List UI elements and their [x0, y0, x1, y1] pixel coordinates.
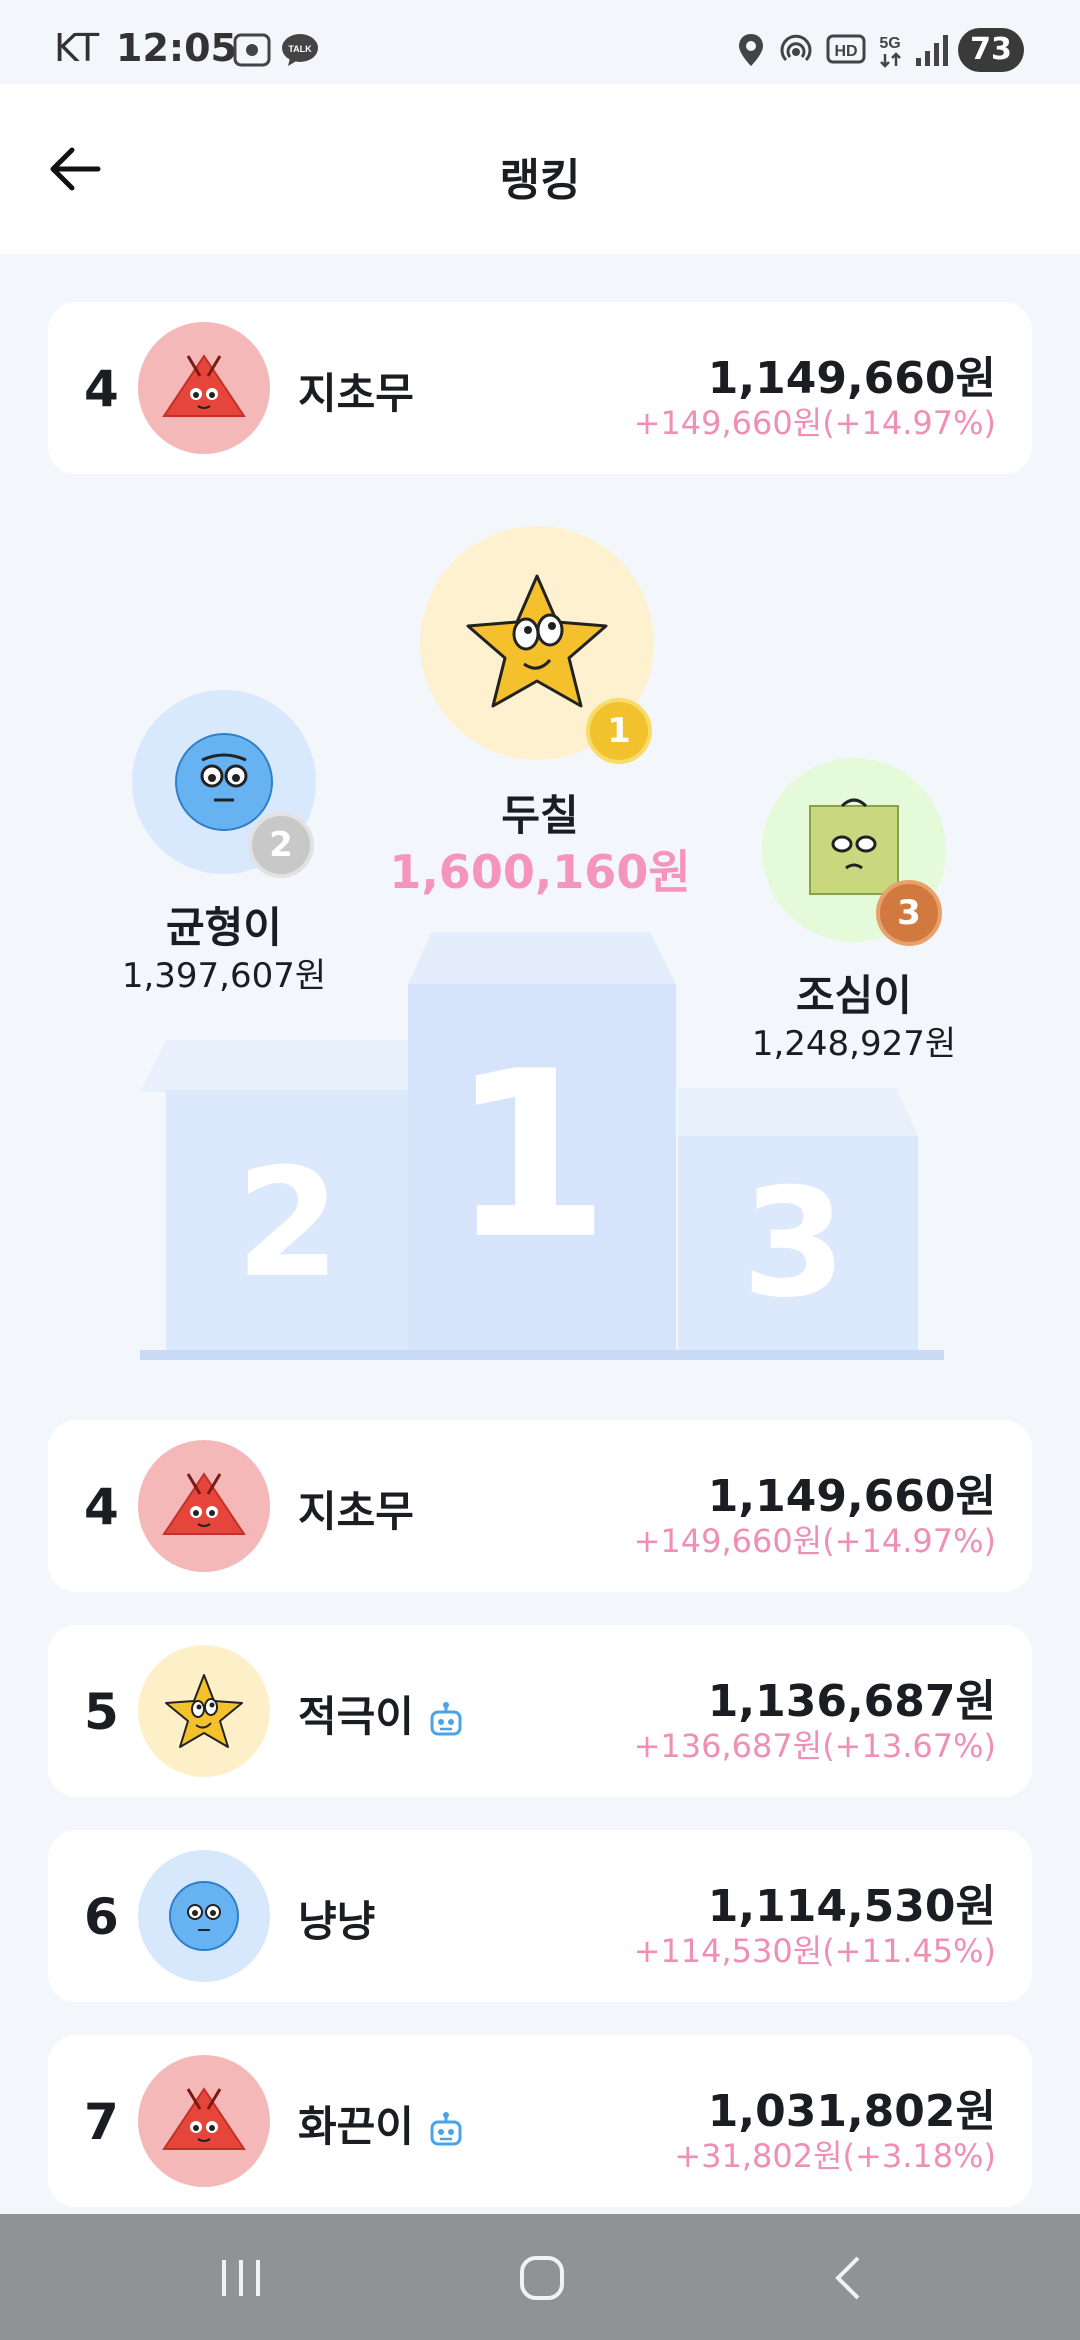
robot-icon	[430, 2111, 462, 2145]
player-name-text: 화끈이	[298, 2102, 414, 2151]
avatar	[138, 2055, 270, 2187]
red-triangle-character-icon	[162, 1472, 246, 1535]
clock: 12:05	[116, 26, 237, 70]
top3-podium: 1 두칠 1,600,160원 2 균형이 1,397,607원 3 조심이 1…	[0, 500, 1080, 1400]
list-item[interactable]: 5 적극이 1,136,687원 +136,687원(+13.67%)	[48, 1625, 1032, 1797]
player-name: 지초무	[298, 369, 414, 418]
player-name: 냥냥	[298, 1897, 376, 1946]
player-name: 화끈이	[298, 2093, 466, 2154]
system-nav-bar	[0, 2214, 1080, 2340]
player-name: 지초무	[298, 1487, 414, 1536]
hotspot-icon	[780, 34, 812, 62]
avatar	[138, 1440, 270, 1572]
asset-amount: 1,136,687원	[707, 1676, 996, 1727]
avatar	[138, 1850, 270, 1982]
podium-blocks: 2 1 3	[140, 932, 944, 1360]
back-icon[interactable]	[828, 2254, 868, 2302]
5g-icon: 5G	[879, 35, 901, 68]
asset-amount: 1,031,802원	[707, 2086, 996, 2137]
carrier-label: KT	[54, 26, 100, 70]
list-item[interactable]: 7 화끈이 1,031,802원 +31,802원(+3.18%)	[48, 2035, 1032, 2207]
signal-icon	[916, 35, 948, 66]
talk-icon: TALK	[282, 34, 318, 66]
avatar	[138, 1645, 270, 1777]
podium-block-label: 2	[236, 1137, 340, 1311]
rank-number: 5	[84, 1683, 119, 1741]
page-title: 랭킹	[499, 155, 581, 206]
yellow-star-character-icon	[165, 1674, 243, 1748]
rank-number: 4	[84, 360, 119, 418]
list-item[interactable]: 4 지초무 1,149,660원 +149,660원(+14.97%)	[48, 1420, 1032, 1592]
asset-amount: 1,149,660원	[707, 1471, 996, 1522]
status-bar: KT 12:05 TALK HD 5G 73	[0, 0, 1080, 84]
profit-rate: +149,660원(+14.97%)	[633, 404, 996, 442]
avatar	[138, 322, 270, 454]
svg-text:HD: HD	[834, 43, 857, 60]
profit-rate: +114,530원(+11.45%)	[633, 1932, 996, 1970]
profit-rate: +31,802원(+3.18%)	[674, 2137, 996, 2175]
robot-icon	[430, 1701, 462, 1735]
svg-text:TALK: TALK	[288, 44, 312, 54]
player-name-text: 적극이	[298, 1692, 414, 1741]
rank-number: 7	[84, 2093, 119, 2151]
player-name: 적극이	[298, 1683, 466, 1744]
red-triangle-character-icon	[162, 354, 246, 417]
battery-icon: 73	[958, 28, 1024, 72]
top-app-bar: 랭킹	[0, 84, 1080, 254]
home-icon[interactable]	[518, 2254, 566, 2302]
profit-rate: +149,660원(+14.97%)	[633, 1522, 996, 1560]
profit-rate: +136,687원(+13.67%)	[633, 1727, 996, 1765]
location-icon	[739, 34, 763, 66]
blue-ball-character-icon	[169, 1881, 239, 1951]
asset-amount: 1,149,660원	[707, 353, 996, 404]
asset-amount: 1,114,530원	[707, 1881, 996, 1932]
rank-number: 4	[84, 1478, 119, 1536]
svg-text:5G: 5G	[879, 35, 900, 52]
red-triangle-character-icon	[162, 2087, 246, 2150]
recent-apps-icon[interactable]	[218, 2256, 264, 2300]
rank-number: 6	[84, 1888, 119, 1946]
hd-icon: HD	[826, 34, 866, 64]
my-rank-card[interactable]: 4 지초무 1,149,660원 +149,660원(+14.97%)	[48, 302, 1032, 474]
screenshot-icon	[233, 33, 271, 67]
podium-block-label: 3	[742, 1157, 846, 1331]
list-item[interactable]: 6 냥냥 1,114,530원 +114,530원(+11.45%)	[48, 1830, 1032, 2002]
podium-block-label: 1	[450, 1023, 610, 1290]
